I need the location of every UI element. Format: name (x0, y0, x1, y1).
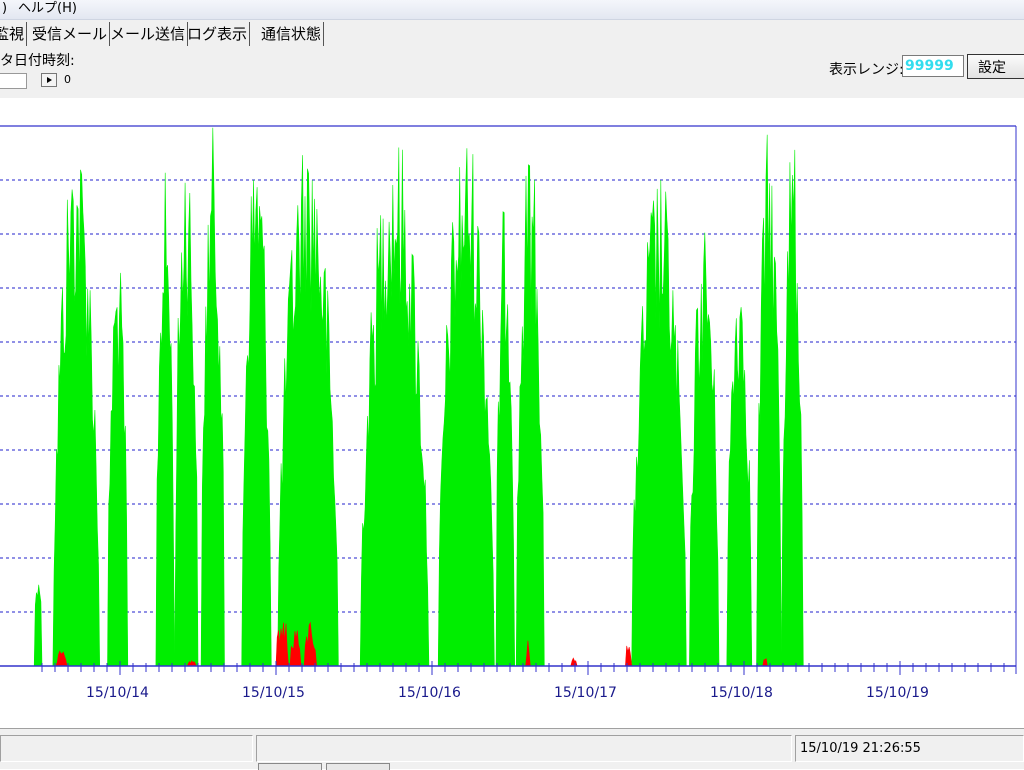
x-tick-label: 15/10/19 (866, 685, 929, 701)
series-2-burst (625, 645, 633, 667)
x-tick-label: 15/10/18 (710, 685, 773, 701)
tab-received-mail[interactable]: 受信メール (30, 22, 111, 46)
x-tick-label: 15/10/17 (554, 685, 617, 701)
series-1-burst (756, 134, 782, 667)
series-1-burst (33, 584, 43, 667)
series-1-burst (781, 149, 804, 667)
series-1-burst (631, 179, 687, 667)
traffic-chart: 15/10/14 15/10/15 15/10/16 15/10/17 15/10/18… (0, 98, 1024, 728)
bottom-tab-2[interactable] (326, 763, 390, 770)
control-panel: タ日付時刻: 0 表示レンジ: 設定 (0, 48, 1024, 98)
series-1-burst (200, 127, 225, 667)
tab-monitor[interactable]: 監視 (0, 22, 28, 46)
series-1-burst (52, 169, 101, 667)
series-1-burst (107, 272, 129, 667)
series-1-burst (689, 232, 720, 667)
display-range-input[interactable] (902, 55, 964, 77)
display-range-label: 表示レンジ: (829, 62, 904, 78)
status-pane-2 (256, 735, 792, 762)
bottom-tab-1[interactable] (258, 763, 322, 770)
chart-svg: 15/10/14 15/10/15 15/10/16 15/10/17 15/10/18… (0, 125, 1017, 701)
set-button[interactable]: 設定 (967, 54, 1024, 79)
tab-comm-status[interactable]: 通信状態 (259, 22, 325, 46)
tab-log-view[interactable]: ログ表示 (185, 22, 251, 46)
series-1-burst (277, 155, 339, 667)
x-tick-label: 15/10/14 (86, 685, 149, 701)
menu-item-partial[interactable]: ) (2, 0, 7, 18)
status-bar: 15/10/19 21:26:55 (0, 728, 1024, 769)
series-1-burst (726, 307, 753, 667)
date-time-label: タ日付時刻: (0, 53, 75, 69)
series-1-burst (174, 182, 199, 667)
menu-item-help[interactable]: ヘルプ(H) (18, 0, 77, 18)
series-1-burst (437, 148, 495, 667)
series-1-burst (359, 147, 430, 667)
status-datetime: 15/10/19 21:26:55 (795, 735, 1024, 762)
x-tick-label: 15/10/16 (398, 685, 461, 701)
slider-value: 0 (64, 73, 71, 86)
date-slider-track[interactable] (0, 73, 27, 89)
tab-bar: 監視 受信メール メール送信 ログ表示 通信状態 (0, 20, 1024, 48)
series-1-burst (241, 179, 272, 667)
status-pane-1 (0, 735, 253, 762)
series-2-burst (570, 657, 578, 667)
x-tick-label: 15/10/15 (242, 685, 305, 701)
series-1-burst (155, 172, 175, 667)
slider-right-arrow-icon[interactable] (41, 73, 57, 87)
menu-bar: ) ヘルプ(H) (0, 0, 1024, 20)
tab-send-mail[interactable]: メール送信 (108, 22, 189, 46)
series-1-burst (515, 164, 545, 667)
series-1-burst (495, 211, 516, 667)
